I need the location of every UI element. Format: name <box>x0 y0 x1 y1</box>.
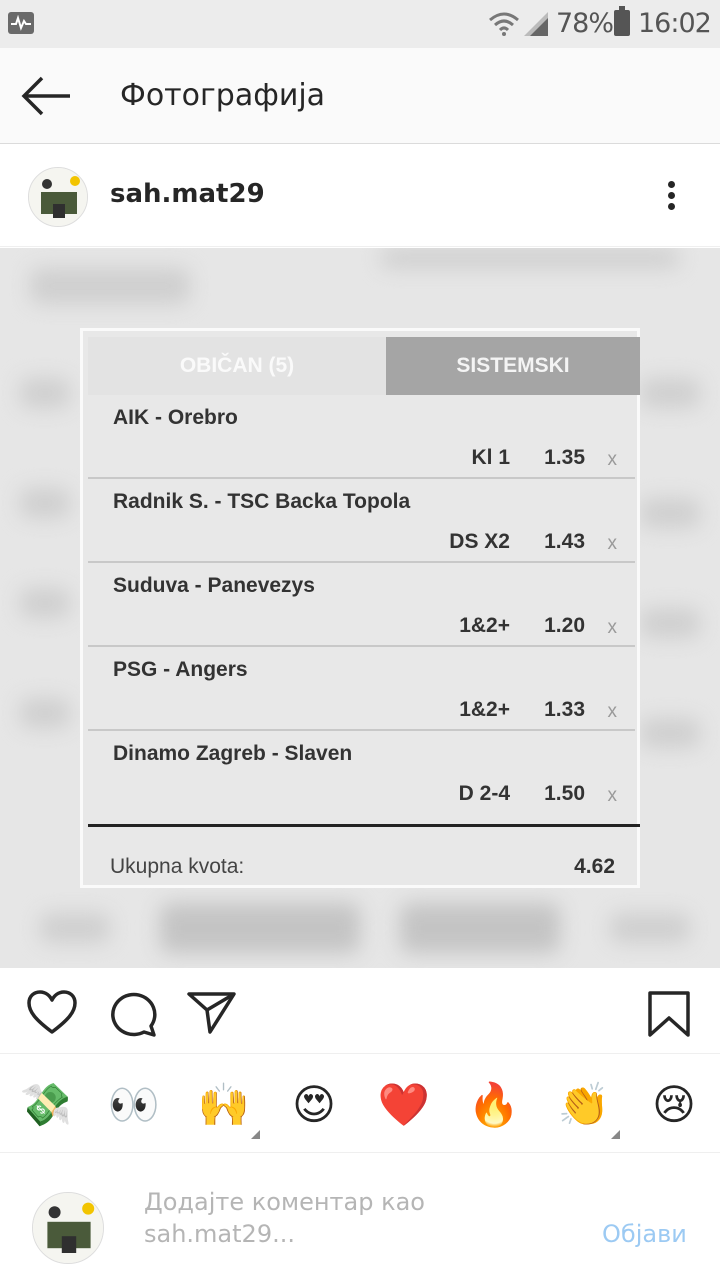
match-odd: 1.33 <box>544 698 585 721</box>
app-header: Фотографија <box>0 48 720 144</box>
variant-indicator-icon <box>251 1130 260 1139</box>
match-tip: 1&2+ <box>459 698 510 721</box>
activity-icon <box>8 12 34 34</box>
match-remove: x <box>607 617 618 638</box>
match-remove: x <box>607 533 618 554</box>
clock: 16:02 <box>638 8 712 39</box>
avatar[interactable] <box>28 167 88 227</box>
clapping-emoji-wrap[interactable]: 👏 <box>554 1075 620 1139</box>
match-row: AIK - Orebro Kl 1 1.35 x <box>88 395 635 479</box>
comment-bar: Додајте коментар као sah.mat29... Објави <box>0 1154 720 1280</box>
arrow-left-icon[interactable] <box>20 76 74 116</box>
match-teams: Dinamo Zagreb - Slaven <box>113 742 353 765</box>
variant-indicator-icon <box>611 1130 620 1139</box>
username[interactable]: sah.mat29 <box>110 179 265 209</box>
match-tip: Kl 1 <box>471 446 510 469</box>
tab-obican: OBIČAN (5) <box>88 337 386 395</box>
match-tip: DS X2 <box>449 530 510 553</box>
match-teams: Suduva - Panevezys <box>113 574 315 597</box>
match-row: Radnik S. - TSC Backa Topola DS X2 1.43 … <box>88 479 635 563</box>
match-tip: 1&2+ <box>459 614 510 637</box>
match-remove: x <box>607 701 618 722</box>
heart-eyes-emoji[interactable]: 😍 <box>284 1075 344 1135</box>
crying-emoji[interactable]: 😢 <box>644 1075 704 1135</box>
battery-icon <box>614 6 630 36</box>
post-photo: OBIČAN (5) SISTEMSKI AIK - Orebro Kl 1 1… <box>0 248 720 968</box>
match-remove: x <box>607 449 618 470</box>
comment-icon[interactable] <box>108 990 158 1038</box>
match-tip: D 2-4 <box>458 782 510 805</box>
match-odd: 1.20 <box>544 614 585 637</box>
comment-input[interactable]: Додајте коментар као sah.mat29... <box>144 1186 464 1250</box>
total-value: 4.62 <box>574 855 615 878</box>
post-comment-button[interactable]: Објави <box>602 1220 687 1248</box>
red-heart-emoji[interactable]: ❤️ <box>374 1075 434 1135</box>
match-odd: 1.35 <box>544 446 585 469</box>
match-teams: PSG - Angers <box>113 658 248 681</box>
avatar <box>32 1192 104 1264</box>
match-odd: 1.43 <box>544 530 585 553</box>
status-bar: 78% 16:02 <box>0 0 720 48</box>
fire-emoji[interactable]: 🔥 <box>464 1075 524 1135</box>
tab-sistemski: SISTEMSKI <box>386 337 640 395</box>
post-actions <box>0 968 720 1054</box>
more-vertical-icon[interactable] <box>656 175 688 215</box>
share-icon[interactable] <box>186 990 238 1036</box>
battery-percent: 78% <box>556 8 614 39</box>
bookmark-icon[interactable] <box>646 990 692 1038</box>
emoji-reaction-bar: 💸 👀 🙌 😍 ❤️ 🔥 👏 😢 <box>0 1055 720 1153</box>
ticket-tabs: OBIČAN (5) SISTEMSKI <box>88 337 640 395</box>
money-wings-emoji[interactable]: 💸 <box>16 1075 76 1135</box>
match-teams: Radnik S. - TSC Backa Topola <box>113 490 411 513</box>
match-teams: AIK - Orebro <box>113 406 238 429</box>
clapping-emoji: 👏 <box>557 1080 611 1129</box>
raised-hands-emoji-wrap[interactable]: 🙌 <box>194 1075 260 1139</box>
total-label: Ukupna kvota: <box>110 855 245 878</box>
eyes-emoji[interactable]: 👀 <box>104 1075 164 1135</box>
heart-icon[interactable] <box>26 990 78 1036</box>
match-row: Suduva - Panevezys 1&2+ 1.20 x <box>88 563 635 647</box>
page-title: Фотографија <box>120 78 326 113</box>
total-divider <box>88 824 640 827</box>
bet-ticket: OBIČAN (5) SISTEMSKI AIK - Orebro Kl 1 1… <box>80 328 640 888</box>
wifi-icon <box>489 12 519 36</box>
match-row: Dinamo Zagreb - Slaven D 2-4 1.50 x <box>88 731 635 815</box>
raised-hands-emoji: 🙌 <box>197 1080 251 1129</box>
match-row: PSG - Angers 1&2+ 1.33 x <box>88 647 635 731</box>
post-header: sah.mat29 <box>0 145 720 247</box>
match-odd: 1.50 <box>544 782 585 805</box>
signal-icon <box>524 12 548 36</box>
match-remove: x <box>607 785 618 806</box>
